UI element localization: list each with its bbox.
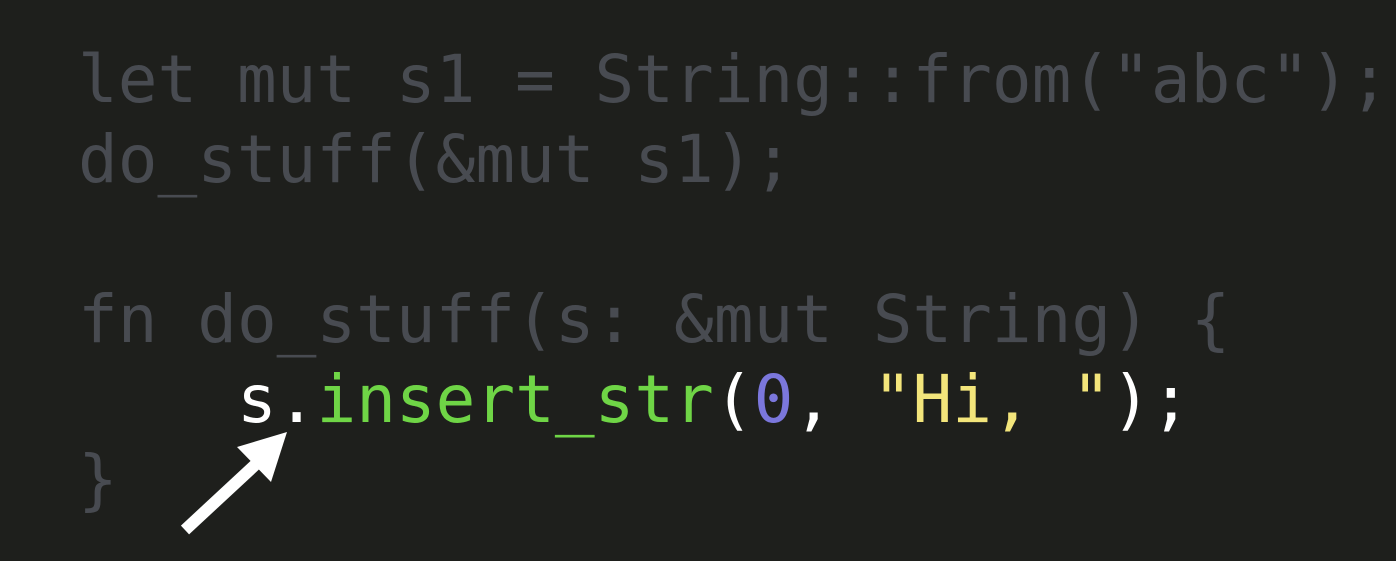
code-line-2: do_stuff(&mut s1); (78, 121, 794, 198)
arrow-shaft (180, 460, 260, 535)
code-line-1: let mut s1 = String::from("abc"); (78, 41, 1390, 118)
code-line-3-blank (78, 200, 1389, 280)
open-paren-token: ( (713, 361, 754, 438)
number-literal-token: 0 (753, 361, 794, 438)
method-token: insert_str (316, 361, 714, 438)
string-literal-token: "Hi, " (872, 361, 1112, 438)
close-token: ); (1111, 361, 1191, 438)
arrow-up-right-icon (180, 432, 287, 535)
code-line-4: fn do_stuff(s: &mut String) { (78, 281, 1231, 358)
comma-token: , (793, 361, 873, 438)
